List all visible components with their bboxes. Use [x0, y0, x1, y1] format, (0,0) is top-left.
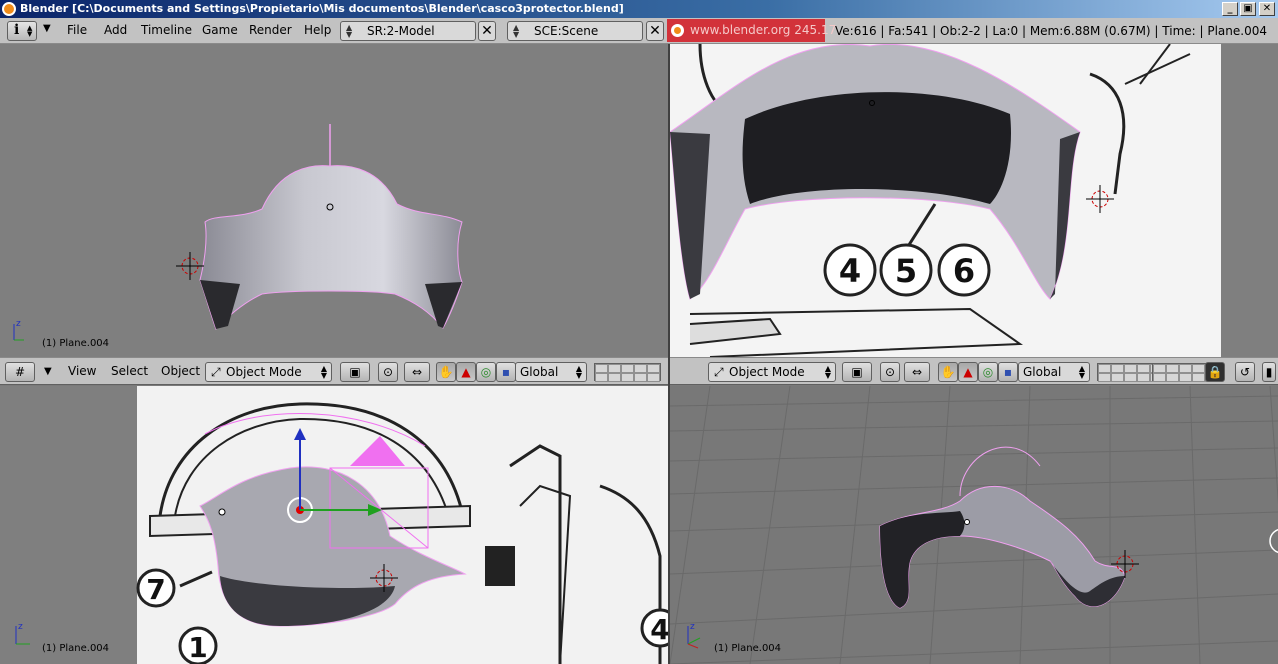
screen-name: SR:2-Model	[367, 24, 435, 38]
chevron-updown-icon: ▲ ▼	[346, 23, 353, 39]
rotate-icon[interactable]: ◎	[476, 362, 496, 382]
viewport-perspective[interactable]: z (1) Plane.004	[670, 386, 1278, 664]
menu-view[interactable]: View	[68, 364, 96, 378]
orientation-selector[interactable]: Global ▲ ▼	[515, 362, 587, 382]
chevron-updown-icon: ▲ ▼	[27, 24, 33, 38]
more-icon[interactable]: ▮	[1262, 362, 1276, 382]
delete-scene-button[interactable]: ✕	[646, 21, 664, 41]
viewport-front[interactable]: z (1) Plane.004	[0, 44, 668, 357]
chevron-updown-icon: ▲ ▼	[575, 364, 582, 380]
pivot-icon[interactable]: ⊙	[378, 362, 398, 382]
collapse-menu-icon[interactable]: ▼	[43, 23, 51, 34]
menu-object[interactable]: Object	[161, 364, 200, 378]
object-mode-icon: ⤢	[714, 365, 724, 379]
mode-selector[interactable]: ⤢ Object Mode ▲ ▼	[205, 362, 332, 382]
info-header: i ▲ ▼ ▼ File Add Timeline Game Render Hel…	[0, 18, 1278, 44]
menu-add[interactable]: Add	[104, 23, 127, 37]
info-icon: i	[14, 22, 20, 38]
draw-type-cube-icon[interactable]: ▣	[842, 362, 872, 382]
axis-gizmo-icon: z	[687, 622, 701, 649]
viewport-reference-front[interactable]: 4 5 6	[670, 44, 1278, 357]
perspective-view-canvas: z	[670, 386, 1278, 664]
helmet-mesh[interactable]	[199, 165, 463, 330]
menu-game[interactable]: Game	[202, 23, 238, 37]
callout-number: 4	[650, 613, 668, 646]
scale-icon[interactable]: ▪	[496, 362, 516, 382]
site-text: www.blender.org 245.17	[690, 23, 837, 37]
svg-text:z: z	[18, 622, 23, 632]
lock-icon[interactable]: 🔒	[1205, 362, 1225, 382]
callout-number: 5	[895, 252, 917, 290]
object-mode-icon: ⤢	[211, 365, 221, 379]
maximize-button[interactable]: ▣	[1240, 2, 1256, 16]
view3d-header-right: ⤢ Object Mode ▲ ▼ ▣ ⊙ ⇔ ✋ ▲ ◎ ▪ Global ▲ ▼…	[670, 357, 1278, 385]
menu-select[interactable]: Select	[111, 364, 148, 378]
layer-buttons[interactable]	[594, 363, 661, 382]
blender-site-badge: www.blender.org 245.17	[667, 19, 836, 42]
rotate-icon[interactable]: ◎	[978, 362, 998, 382]
menu-timeline[interactable]: Timeline	[141, 23, 192, 37]
scale-icon[interactable]: ▪	[998, 362, 1018, 382]
helmet-shadow	[200, 280, 240, 329]
snap-icon[interactable]: ⇔	[404, 362, 430, 382]
viewport-object-label: (1) Plane.004	[42, 643, 110, 654]
viewport-side[interactable]: 7 1 4 z (1) Plane.004	[0, 386, 668, 664]
mode-selector[interactable]: ⤢ Object Mode ▲ ▼	[708, 362, 836, 382]
menu-help[interactable]: Help	[304, 23, 331, 37]
editor-type-button[interactable]: i ▲ ▼	[7, 21, 37, 41]
reference-view-canvas: 4 5 6	[670, 44, 1221, 357]
blender-logo-icon	[671, 24, 684, 37]
viewport-object-label: (1) Plane.004	[42, 338, 110, 349]
blender-logo-icon	[2, 2, 16, 16]
collapse-menu-icon[interactable]: ▼	[44, 366, 52, 377]
chevron-updown-icon: ▲ ▼	[513, 23, 520, 39]
delete-screen-button[interactable]: ✕	[478, 21, 496, 41]
side-view-canvas: 7 1 4 z	[15, 386, 668, 664]
chevron-updown-icon: ▲ ▼	[1078, 364, 1085, 380]
minimize-button[interactable]: _	[1222, 2, 1238, 16]
grid-editor-icon[interactable]: #	[5, 362, 35, 382]
view3d-header-left: # ▼ View Select Object ⤢ Object Mode ▲ ▼ …	[0, 357, 668, 385]
menu-render[interactable]: Render	[249, 23, 292, 37]
menu-file[interactable]: File	[67, 23, 87, 37]
screen-selector[interactable]: ▲ ▼ SR:2-Model	[340, 21, 476, 41]
manipulator-hand-icon[interactable]: ✋	[938, 362, 958, 382]
callout-number: 4	[839, 252, 861, 290]
mode-label: Object Mode	[226, 365, 302, 379]
manipulator-hand-icon[interactable]: ✋	[436, 362, 456, 382]
svg-text:z: z	[16, 319, 21, 329]
close-button[interactable]: ✕	[1259, 2, 1275, 16]
axis-gizmo-icon: z	[13, 319, 24, 341]
callout-number: 6	[953, 252, 975, 290]
draw-type-cube-icon[interactable]: ▣	[340, 362, 370, 382]
3d-cursor-icon	[176, 252, 204, 280]
pivot-icon[interactable]: ⊙	[880, 362, 900, 382]
axis-gizmo-icon: z	[15, 622, 30, 645]
viewport-object-label: (1) Plane.004	[714, 643, 782, 654]
orientation-label: Global	[520, 365, 559, 379]
snap-icon[interactable]: ⇔	[904, 362, 930, 382]
scene-selector[interactable]: ▲ ▼ SCE:Scene	[507, 21, 643, 41]
scene-stats: Ve:616 | Fa:541 | Ob:2-2 | La:0 | Mem:6.…	[835, 24, 1267, 38]
scene-name: SCE:Scene	[534, 24, 599, 38]
svg-text:z: z	[690, 622, 695, 632]
orientation-label: Global	[1023, 365, 1062, 379]
translate-icon[interactable]: ▲	[958, 362, 978, 382]
callout-number: 1	[188, 631, 207, 664]
orientation-selector[interactable]: Global ▲ ▼	[1018, 362, 1090, 382]
callout-number: 7	[146, 573, 165, 606]
front-view-canvas: z	[13, 124, 463, 341]
window-title: Blender [C:\Documents and Settings\Propi…	[20, 2, 624, 15]
chevron-updown-icon: ▲ ▼	[824, 364, 831, 380]
render-preview-icon[interactable]: ↺	[1235, 362, 1255, 382]
translate-icon[interactable]: ▲	[456, 362, 476, 382]
chevron-updown-icon: ▲ ▼	[320, 364, 327, 380]
window-title-bar: Blender [C:\Documents and Settings\Propi…	[0, 0, 1278, 18]
mode-label: Object Mode	[729, 365, 805, 379]
